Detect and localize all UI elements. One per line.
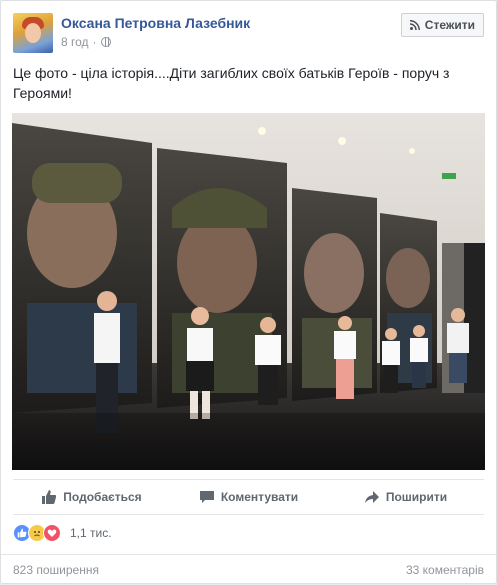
photo-illustration [12,113,485,470]
comment-label: Коментувати [220,490,299,504]
follow-button[interactable]: Стежити [400,13,484,37]
post-time[interactable]: 8 год [61,35,89,49]
love-icon [43,524,61,542]
comment-button[interactable]: Коментувати [170,489,327,505]
post-meta: 8 год · [61,35,111,49]
comment-icon [199,491,214,503]
follow-label: Стежити [424,18,475,32]
rss-icon [409,20,420,30]
like-label: Подобається [63,490,142,504]
post-header: Оксана Петровна Лазебник 8 год · Стежити [13,13,484,57]
author-name[interactable]: Оксана Петровна Лазебник [61,15,250,31]
reaction-icons [13,524,61,542]
comments-count[interactable]: 33 коментарів [406,563,484,577]
share-icon [364,491,379,503]
reactions-summary[interactable]: 1,1 тис. [13,523,112,543]
meta-separator: · [92,35,97,49]
avatar-face [25,23,41,43]
globe-icon[interactable] [100,37,111,47]
thumbs-up-icon [42,490,57,504]
post-photo[interactable] [12,113,485,470]
post-footer: 823 поширення 33 коментарів [1,554,496,585]
reaction-count: 1,1 тис. [70,526,112,540]
action-bar: Подобається Коментувати Поширити [13,479,484,515]
post-card: Оксана Петровна Лазебник 8 год · Стежити… [0,0,497,584]
post-text: Це фото - ціла історія....Діти загиблих … [13,65,450,101]
share-label: Поширити [385,490,448,504]
share-button[interactable]: Поширити [327,489,484,505]
author-avatar[interactable] [13,13,53,53]
like-button[interactable]: Подобається [13,489,170,505]
shares-count[interactable]: 823 поширення [13,563,99,577]
